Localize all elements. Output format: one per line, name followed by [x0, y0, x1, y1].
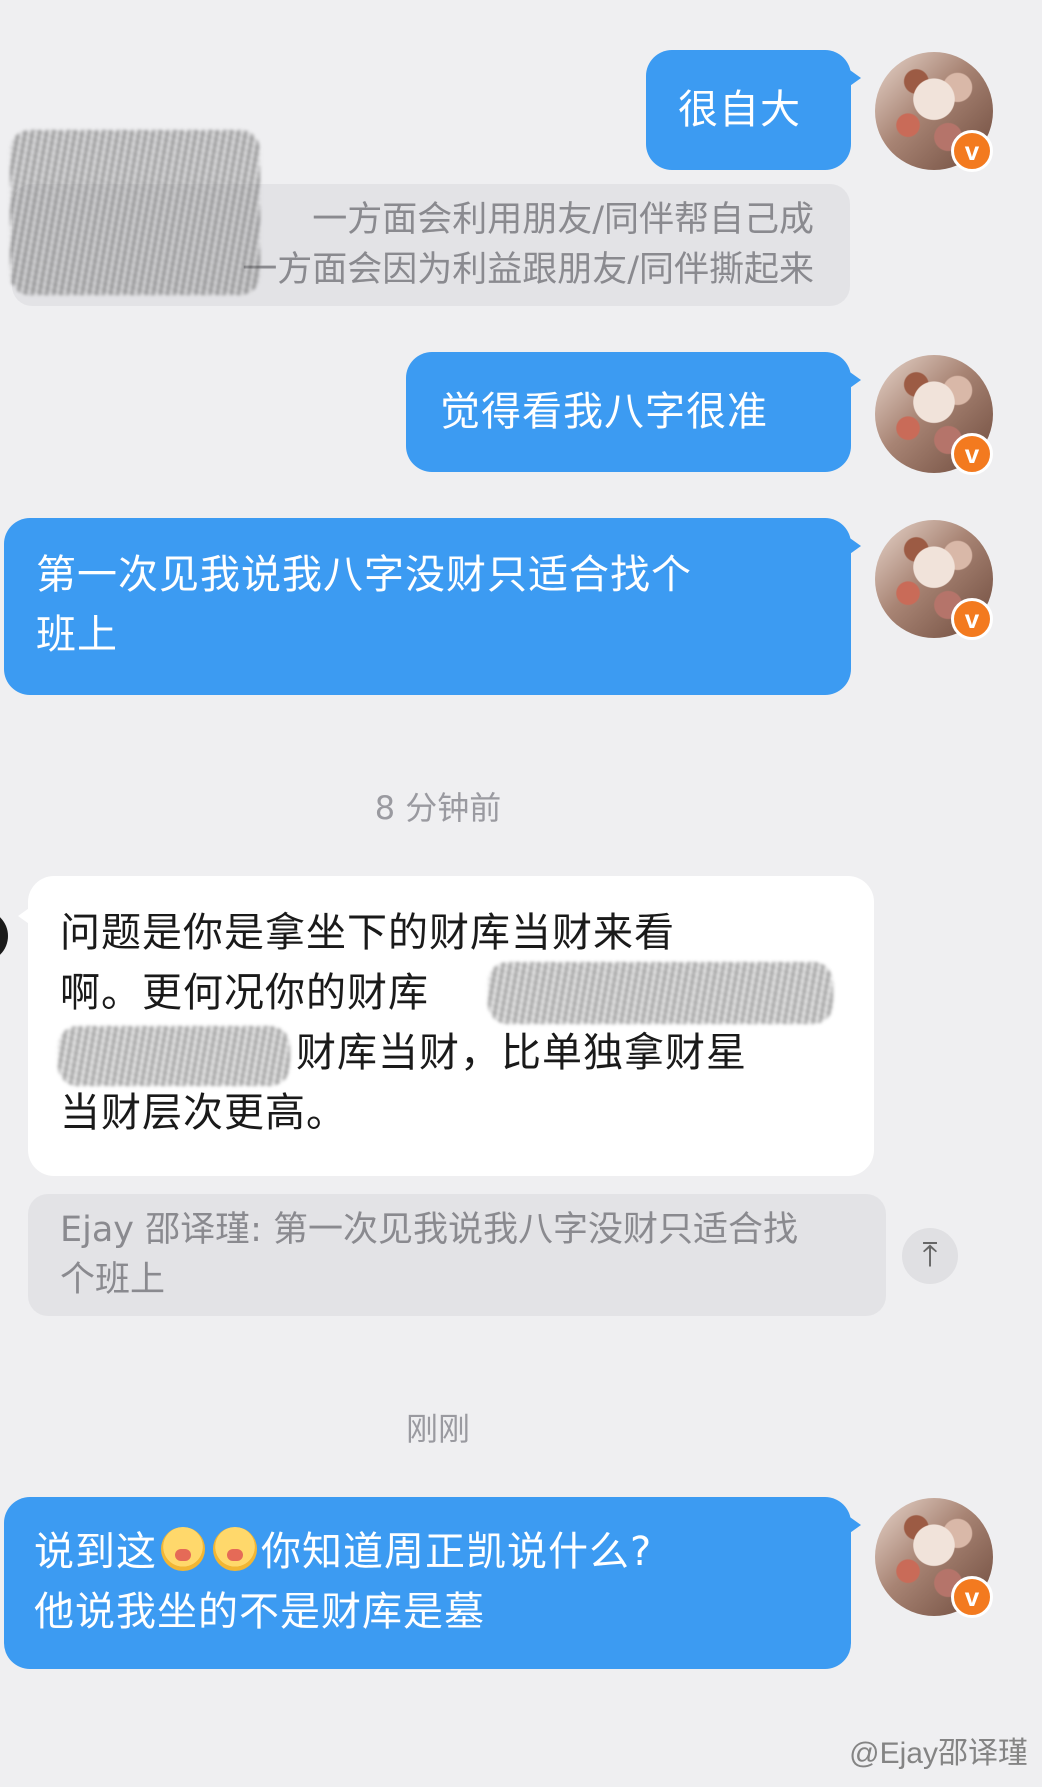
avatar[interactable]	[0, 910, 8, 962]
verified-badge-icon: v	[951, 598, 993, 640]
verified-badge-icon: v	[951, 130, 993, 172]
message-text-line: 说到这 你知道周正凯说什么?	[34, 1522, 821, 1582]
quote-line: Ejay 邵译瑾: 第一次见我说我八字没财只适合找	[60, 1210, 799, 1250]
bubble-tail	[847, 68, 861, 88]
message-text-line: 问题是你是拿坐下的财库当财来看	[60, 910, 675, 956]
crying-emoji-icon	[213, 1527, 257, 1571]
bubble-tail	[847, 536, 861, 556]
redaction-scribble	[10, 130, 260, 295]
verified-badge-icon: v	[951, 433, 993, 475]
message-text-line: 他说我坐的不是财库是墓	[34, 1589, 485, 1635]
redaction-scribble	[58, 1026, 290, 1086]
message-text-line: 当财层次更高。	[60, 1090, 347, 1136]
outgoing-message[interactable]: 觉得看我八字很准	[406, 352, 861, 472]
bubble-tail	[847, 370, 861, 390]
message-text-line: 班上	[36, 612, 118, 658]
quoted-message[interactable]: Ejay 邵译瑾: 第一次见我说我八字没财只适合找 个班上	[28, 1194, 886, 1316]
message-text: 说到这	[34, 1529, 157, 1575]
scroll-to-quote-icon[interactable]: ⤒	[902, 1228, 958, 1284]
bubble-tail	[18, 906, 32, 926]
outgoing-message[interactable]: 很自大	[646, 50, 861, 170]
outgoing-message[interactable]: 说到这 你知道周正凯说什么? 他说我坐的不是财库是墓	[4, 1497, 861, 1669]
message-text: 觉得看我八字很准	[440, 389, 768, 435]
redaction-scribble	[488, 962, 833, 1024]
quote-line: 个班上	[60, 1260, 166, 1300]
bubble-tail	[847, 1515, 861, 1535]
verified-badge-icon: v	[951, 1576, 993, 1618]
message-text: 你知道周正凯说什么?	[261, 1529, 653, 1575]
crying-emoji-icon	[161, 1527, 205, 1571]
watermark: @Ejay邵译瑾	[849, 1737, 1028, 1770]
outgoing-message[interactable]: 第一次见我说我八字没财只适合找个 班上	[4, 518, 861, 695]
timestamp: 刚刚	[405, 1410, 470, 1448]
message-text-line: 第一次见我说我八字没财只适合找个	[36, 552, 692, 598]
message-text: 很自大	[678, 87, 801, 133]
timestamp: 8 分钟前	[374, 789, 502, 827]
